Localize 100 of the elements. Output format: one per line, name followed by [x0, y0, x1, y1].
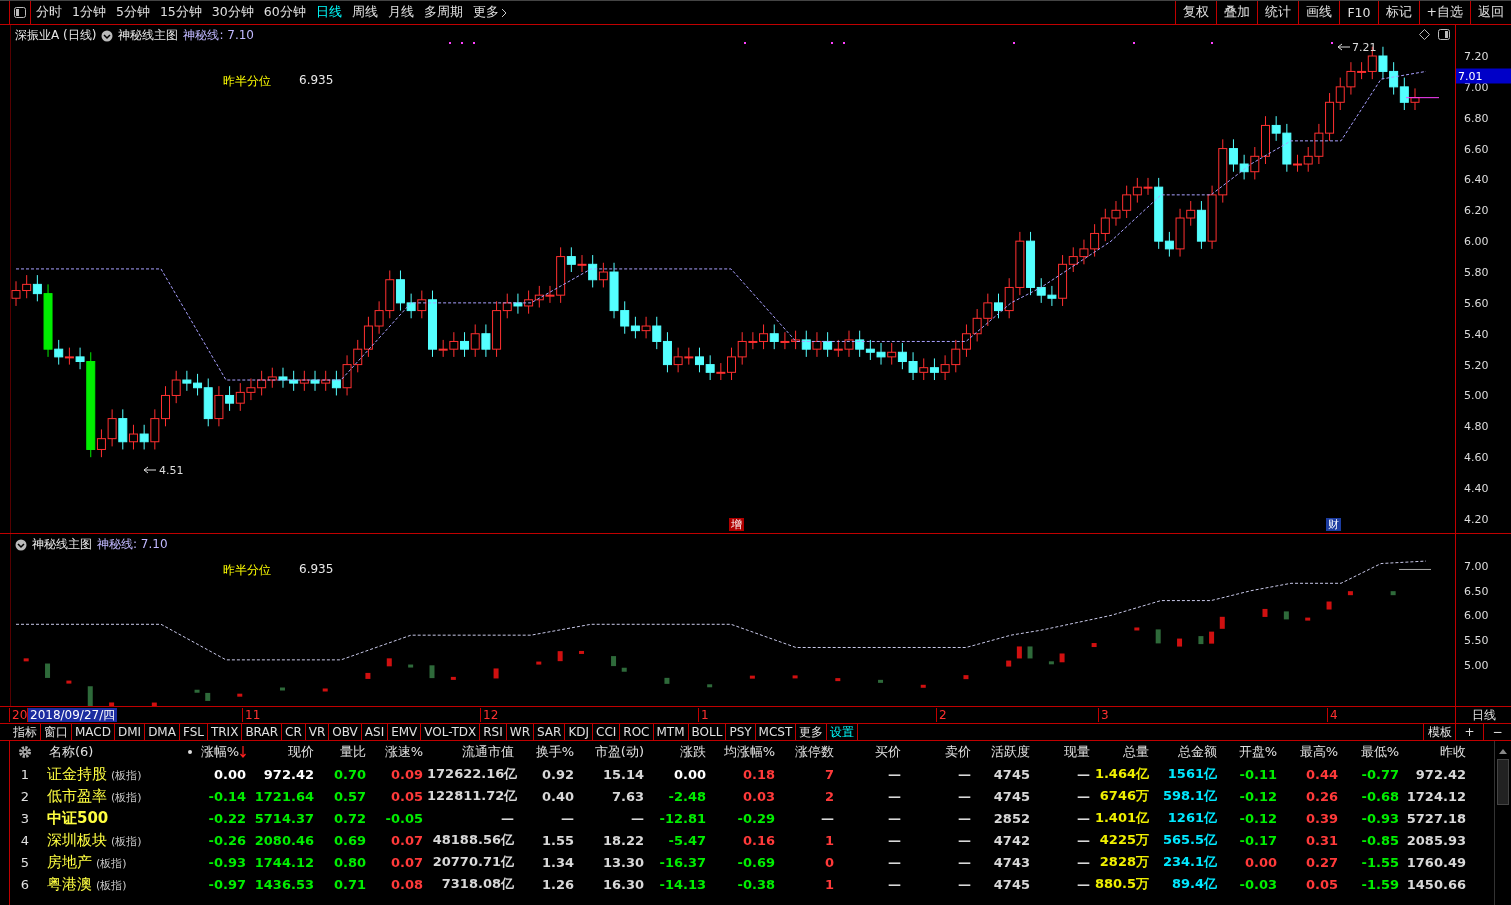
table-cell-text: 0.57 — [332, 788, 367, 804]
period-tab[interactable]: 日线 — [310, 1, 347, 24]
table-cell-text: -0.11 — [1238, 766, 1278, 782]
indicator-tab[interactable]: SAR — [534, 724, 566, 740]
column-header[interactable]: 活跃度 — [975, 743, 1034, 761]
indicator-name: 神秘线主图 — [118, 27, 179, 44]
indicator-tab[interactable]: OBV — [329, 724, 362, 740]
column-header[interactable]: 流通市值 — [427, 743, 518, 761]
scroll-up-icon[interactable] — [1498, 747, 1508, 755]
index-name[interactable]: 中证500 — [47, 808, 109, 828]
table-cell-text: 2852 — [992, 810, 1031, 826]
table-cell-text: 1 — [823, 832, 835, 848]
panel-toggle-icon[interactable] — [1438, 29, 1450, 40]
table-cell-text: 7.63 — [610, 788, 645, 804]
column-header[interactable]: 涨跌 — [648, 743, 710, 761]
date-label: 1 — [698, 708, 711, 722]
column-header[interactable]: 涨停数 — [779, 743, 838, 761]
table-cell: 122811.72亿 — [427, 787, 518, 805]
column-header[interactable]: 量比 — [318, 743, 370, 761]
column-header[interactable]: 均涨幅% — [710, 743, 779, 761]
index-name[interactable]: 低市盈率 — [47, 786, 107, 806]
indicator-tab[interactable]: CR — [282, 724, 306, 740]
table-cell-text: -0.26 — [207, 832, 247, 848]
price-tick: 4.60 — [1464, 450, 1489, 464]
table-cell-text: -0.85 — [1360, 832, 1400, 848]
index-name[interactable]: 证金持股 — [47, 764, 107, 784]
table-cell-text: 1724.12 — [1405, 788, 1467, 804]
low-arrow-icon — [143, 466, 157, 474]
table-cell-text: 234.1亿 — [1161, 853, 1218, 871]
table-cell-text: 1436.53 — [253, 876, 315, 892]
chevron-down-icon[interactable] — [15, 538, 27, 551]
indicator-tab[interactable]: VR — [305, 724, 330, 740]
price-tick: 6.20 — [1464, 203, 1489, 217]
index-name[interactable]: 深圳板块 — [47, 830, 107, 850]
table-cell-text: 972.42 — [262, 766, 315, 782]
period-tab[interactable]: 更多 — [467, 1, 512, 24]
chevron-down-icon[interactable] — [101, 29, 114, 42]
row-number: 1 — [19, 766, 31, 782]
period-tab[interactable]: 5分钟 — [110, 1, 155, 24]
period-tab[interactable]: 多周期 — [418, 1, 468, 24]
table-cell-text: 4745 — [992, 766, 1031, 782]
column-header[interactable]: 买价 — [838, 743, 905, 761]
level-value: 6.935 — [299, 562, 334, 576]
indicator-tab[interactable]: CCI — [593, 724, 621, 740]
period-tab[interactable]: 周线 — [346, 1, 383, 24]
table-cell-text: -14.13 — [658, 876, 707, 892]
period-tab[interactable]: 60分钟 — [258, 1, 311, 24]
table-cell-text: 0.00 — [1243, 854, 1278, 870]
period-tab[interactable]: 分时 — [31, 1, 67, 24]
column-header[interactable]: 涨幅% — [200, 743, 250, 761]
column-header[interactable]: 卖价 — [905, 743, 975, 761]
table-cell-text: 1450.66 — [1405, 876, 1467, 892]
column-header[interactable]: 开盘% — [1221, 743, 1281, 761]
row-number: 4 — [19, 832, 31, 848]
price-tick: 6.00 — [1464, 234, 1489, 248]
indicator-tab[interactable]: ASI — [361, 724, 389, 740]
event-marker[interactable]: 财 — [1326, 518, 1341, 531]
indicator-value: 神秘线: 7.10 — [97, 536, 168, 553]
period-tab[interactable]: 15分钟 — [154, 1, 207, 24]
index-name[interactable]: 房地产 — [47, 852, 92, 872]
price-tick: 4.80 — [1464, 419, 1489, 433]
column-header[interactable]: 总金额 — [1153, 743, 1221, 761]
table-cell-text: -0.93 — [1360, 810, 1400, 826]
settings-icon[interactable] — [18, 745, 32, 759]
column-header[interactable]: 现量 — [1034, 743, 1094, 761]
period-tab[interactable]: 30分钟 — [206, 1, 259, 24]
period-tab[interactable]: 月线 — [382, 1, 419, 24]
index-name[interactable]: 粤港澳 — [47, 874, 92, 894]
indicator-tab[interactable]: VOL-TDX — [421, 724, 481, 740]
indicator-tab[interactable]: TRIX — [207, 724, 243, 740]
indicator-action-button[interactable]: 模板 — [1423, 724, 1455, 740]
column-header[interactable]: 换手% — [518, 743, 578, 761]
column-header[interactable]: 昨收 — [1403, 743, 1470, 761]
period-tab[interactable]: 1分钟 — [67, 1, 111, 24]
column-header[interactable]: 现价 — [250, 743, 318, 761]
price-tick: 5.00 — [1464, 658, 1489, 672]
column-header[interactable]: 市盈(动) — [578, 743, 648, 761]
scrollbar-thumb[interactable] — [1497, 759, 1509, 805]
table-cell-text: — — [887, 832, 902, 848]
column-header[interactable]: 总量 — [1094, 743, 1153, 761]
column-header[interactable]: 名称(6) — [40, 743, 94, 761]
table-cell-text: 20770.71亿 — [431, 853, 515, 871]
indicator-tab[interactable]: 设置 — [827, 724, 859, 740]
chevron-right-icon — [500, 7, 507, 18]
level-label: 昨半分位 — [223, 73, 271, 90]
column-header[interactable]: 涨速% — [370, 743, 427, 761]
row-number: 3 — [19, 810, 31, 826]
indicator-tab[interactable]: 更多 — [796, 724, 828, 740]
column-header[interactable]: 最低% — [1342, 743, 1403, 761]
index-tag: (板指) — [111, 789, 142, 805]
table-cell-text: — — [957, 854, 972, 870]
table-cell-text: 4743 — [992, 854, 1031, 870]
price-tick: 6.00 — [1464, 608, 1489, 622]
panel-toggle-button[interactable] — [9, 1, 31, 24]
indicator-tab[interactable]: 指标 — [10, 724, 41, 740]
event-marker[interactable]: 增 — [729, 518, 744, 531]
table-cell-text: — — [887, 876, 902, 892]
diamond-icon[interactable] — [1419, 29, 1430, 40]
index-tag: (板指) — [96, 855, 127, 871]
column-header[interactable]: 最高% — [1281, 743, 1342, 761]
